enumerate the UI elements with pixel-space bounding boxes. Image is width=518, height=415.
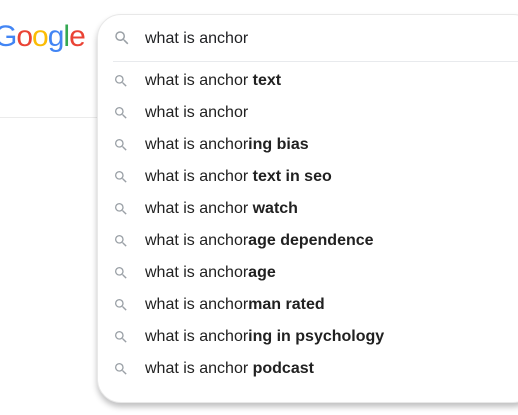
search-box xyxy=(98,15,518,61)
suggestions-list: what is anchor text what is anchor what is… xyxy=(98,65,518,385)
search-icon xyxy=(115,31,129,45)
search-icon xyxy=(115,203,127,215)
suggestion-query-prefix: what is anchor xyxy=(145,232,249,249)
suggestion-query-prefix: what is anchor xyxy=(145,136,249,153)
suggestion-item[interactable]: what is anchor podcast xyxy=(98,353,518,385)
suggestion-text: what is anchorage xyxy=(145,257,276,289)
suggestion-query-prefix: what is anchor xyxy=(145,168,253,185)
search-icon xyxy=(115,331,127,343)
suggestion-text: what is anchoring bias xyxy=(145,129,309,161)
search-suggestions-panel: what is anchor textwhat is anchorwhat is… xyxy=(97,14,518,403)
search-icon xyxy=(115,235,127,247)
search-icon xyxy=(115,139,127,151)
logo-letter: G xyxy=(0,20,17,53)
suggestion-item[interactable]: what is anchor watch xyxy=(98,193,518,225)
logo-letter: o xyxy=(32,20,49,53)
suggestion-query-prefix: what is anchor xyxy=(145,360,253,377)
suggestion-completion: text xyxy=(252,72,282,89)
search-icon xyxy=(115,75,127,87)
suggestion-query-prefix: what is anchor xyxy=(145,264,249,281)
search-icon xyxy=(115,363,127,375)
google-logo[interactable]: Google xyxy=(0,19,86,55)
suggestion-completion: podcast xyxy=(252,360,314,377)
suggestion-query-prefix: what is anchor xyxy=(145,72,253,89)
suggestion-completion: age xyxy=(248,264,276,281)
logo-letter: e xyxy=(69,20,86,53)
suggestion-item[interactable]: what is anchoring in psychology xyxy=(98,321,518,353)
suggestion-query-prefix: what is anchor xyxy=(145,296,249,313)
search-icon xyxy=(115,171,127,183)
suggestion-text: what is anchor text xyxy=(145,65,281,97)
suggestion-text: what is anchor watch xyxy=(145,193,298,225)
suggestion-completion: text in seo xyxy=(252,168,332,185)
search-icon xyxy=(115,299,127,311)
suggestion-text: what is anchorage dependence xyxy=(145,225,374,257)
header-divider xyxy=(0,117,100,118)
suggestion-item[interactable]: what is anchorage xyxy=(98,257,518,289)
search-input[interactable] xyxy=(145,27,505,51)
logo-letter: g xyxy=(47,20,65,53)
suggestion-query-prefix: what is anchor xyxy=(145,328,249,345)
suggestion-item[interactable]: what is anchoring bias xyxy=(98,129,518,161)
page: Google what is anchor textwhat is anchor… xyxy=(0,0,518,415)
suggestion-item[interactable]: what is anchorman rated xyxy=(98,289,518,321)
suggestion-text: what is anchor podcast xyxy=(145,353,314,385)
suggestion-text: what is anchor xyxy=(145,97,248,129)
suggestion-item[interactable]: what is anchor xyxy=(98,97,518,129)
search-icon xyxy=(115,107,127,119)
search-icon xyxy=(115,267,127,279)
suggestion-completion: watch xyxy=(252,200,298,217)
logo-letter: o xyxy=(16,20,33,53)
suggestion-item[interactable]: what is anchor text in seo xyxy=(98,161,518,193)
suggestion-query-prefix: what is anchor xyxy=(145,200,253,217)
suggestion-completion: ing in psychology xyxy=(248,328,385,345)
suggestion-completion: man rated xyxy=(248,296,325,313)
suggestion-text: what is anchoring in psychology xyxy=(145,321,384,353)
suggestion-text: what is anchorman rated xyxy=(145,289,325,321)
suggestion-item[interactable]: what is anchorage dependence xyxy=(98,225,518,257)
suggestion-text: what is anchor text in seo xyxy=(145,161,332,193)
suggestion-completion: age dependence xyxy=(248,232,374,249)
suggestion-completion: ing bias xyxy=(248,136,309,153)
suggestion-item[interactable]: what is anchor text xyxy=(98,65,518,97)
search-divider xyxy=(113,61,518,62)
suggestion-query-prefix: what is anchor xyxy=(145,104,249,121)
